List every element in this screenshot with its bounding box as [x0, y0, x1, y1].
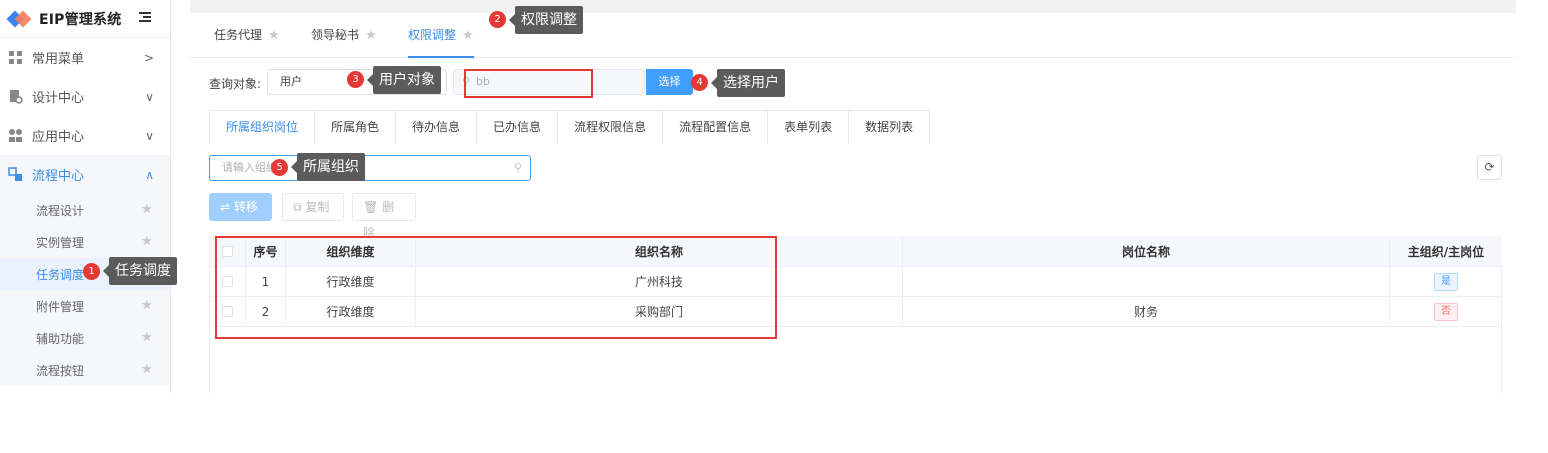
query-object-label: 查询对象:	[209, 77, 262, 91]
star-icon[interactable]: ★	[365, 28, 377, 43]
primary-badge: 是	[1434, 272, 1458, 291]
sub-item-label: 流程按钮	[36, 363, 85, 378]
sub-item-label: 附件管理	[36, 299, 85, 314]
annotation-number: 5	[271, 159, 288, 176]
row-position: 财务	[903, 297, 1390, 326]
sub-item-label: 流程设计	[36, 203, 85, 218]
sub-item-label: 任务调度	[36, 267, 85, 282]
grid-icon	[9, 51, 22, 64]
menu-item-process[interactable]: 流程中心 ∧	[0, 155, 170, 194]
highlight-org-table	[215, 236, 777, 339]
menu-item-label: 应用中心	[32, 130, 85, 145]
menu-item-label: 流程中心	[32, 169, 85, 184]
refresh-button[interactable]: ⟳	[1477, 155, 1502, 180]
page-tabs: 任务代理 ★ 领导秘书 ★ 权限调整 ★	[190, 13, 1516, 58]
star-icon[interactable]: ★	[141, 234, 153, 249]
highlight-user-input	[464, 69, 593, 98]
header-primary: 主组织/主岗位	[1407, 244, 1485, 259]
subtab-process-permission[interactable]: 流程权限信息	[557, 111, 662, 144]
annotation-number: 4	[691, 74, 708, 91]
star-icon[interactable]: ★	[268, 28, 280, 43]
transfer-icon: ⇌	[220, 200, 234, 214]
tab-leader-secretary[interactable]: 领导秘书 ★	[311, 13, 377, 58]
logo-icon	[6, 10, 32, 28]
document-settings-icon	[10, 90, 23, 104]
select-user-button[interactable]: 选择	[646, 69, 693, 95]
top-bar	[190, 0, 1516, 13]
org-search-input[interactable]: 请输入组织 ⚲	[209, 155, 531, 181]
star-icon[interactable]: ★	[141, 330, 153, 345]
copy-icon: ⧉	[293, 200, 306, 214]
subtab-data-list[interactable]: 数据列表	[848, 111, 929, 144]
tab-label: 权限调整	[408, 28, 457, 42]
annotation-number: 2	[489, 11, 506, 28]
menu-item-label: 常用菜单	[32, 52, 85, 67]
subtab-process-config[interactable]: 流程配置信息	[662, 111, 767, 144]
chevron-down-icon: ∨	[145, 129, 154, 143]
sidebar-item-attachment[interactable]: 附件管理 ★	[0, 290, 170, 322]
row-primary-cell: 是	[1390, 267, 1502, 296]
subtab-roles[interactable]: 所属角色	[314, 111, 395, 144]
subtab-form-list[interactable]: 表单列表	[767, 111, 848, 144]
sidebar: EIP管理系统 常用菜单 > 设计中心 ∨ 应用中心 ∨ 流程中心 ∧ 流程设计…	[0, 0, 171, 393]
annotation-callout: 所属组织	[291, 153, 365, 181]
star-icon[interactable]: ★	[141, 298, 153, 313]
chevron-down-icon: ∨	[145, 90, 154, 104]
subtab-org-position[interactable]: 所属组织岗位	[210, 111, 315, 144]
star-icon[interactable]: ★	[141, 202, 153, 217]
menu-item-common[interactable]: 常用菜单 >	[0, 38, 170, 77]
sub-item-label: 实例管理	[36, 235, 85, 250]
header-position: 岗位名称	[903, 236, 1390, 266]
sidebar-item-aux[interactable]: 辅助功能 ★	[0, 322, 170, 354]
refresh-icon: ⟳	[1484, 160, 1495, 174]
detail-subtabs: 所属组织岗位 所属角色 待办信息 已办信息 流程权限信息 流程配置信息 表单列表…	[209, 110, 931, 144]
tab-task-agent[interactable]: 任务代理 ★	[214, 13, 280, 58]
chevron-up-icon: ∧	[145, 168, 154, 182]
annotation-number: 3	[347, 71, 364, 88]
sidebar-item-instance[interactable]: 实例管理 ★	[0, 226, 170, 258]
annotation-callout: 任务调度	[103, 257, 177, 285]
subtab-todo[interactable]: 待办信息	[395, 111, 476, 144]
tab-permission-adjust[interactable]: 权限调整 ★	[408, 13, 474, 58]
brand-title: EIP管理系统	[39, 11, 122, 28]
copy-button[interactable]: ⧉ 复制	[282, 193, 344, 221]
annotation-callout: 用户对象	[367, 66, 441, 94]
process-icon	[8, 167, 22, 181]
move-button[interactable]: ⇌ 转移	[209, 193, 272, 221]
search-icon: ⚲	[513, 161, 522, 174]
process-submenu: 流程设计 ★ 实例管理 ★ 任务调度 附件管理 ★ 辅助功能 ★ 流程按钮 ★	[0, 194, 170, 386]
annotation-callout: 选择用户	[711, 69, 785, 97]
menu-item-label: 设计中心	[32, 91, 85, 106]
sidebar-item-process-design[interactable]: 流程设计 ★	[0, 194, 170, 226]
annotation-callout: 权限调整	[509, 6, 583, 34]
menu-item-design[interactable]: 设计中心 ∨	[0, 77, 170, 116]
menu-item-apps[interactable]: 应用中心 ∨	[0, 116, 170, 155]
menu-collapse-icon[interactable]	[139, 12, 151, 24]
star-icon[interactable]: ★	[141, 362, 153, 377]
annotation-number: 1	[83, 263, 100, 280]
chevron-right-icon: >	[143, 51, 154, 65]
move-button-label: 转移	[233, 200, 258, 214]
copy-button-label: 复制	[305, 200, 330, 214]
delete-button[interactable]: 🗑 删除	[352, 193, 416, 240]
org-search-placeholder: 请输入组织	[222, 161, 277, 174]
sub-item-label: 辅助功能	[36, 331, 85, 346]
star-icon[interactable]: ★	[462, 28, 474, 43]
row-primary-cell: 否	[1390, 297, 1502, 326]
primary-badge: 否	[1434, 302, 1458, 321]
subtab-done[interactable]: 已办信息	[476, 111, 557, 144]
row-position	[903, 267, 1390, 296]
apps-icon	[9, 129, 22, 142]
trash-icon: 🗑	[363, 200, 383, 214]
tab-label: 领导秘书	[311, 28, 360, 42]
sidebar-item-buttons[interactable]: 流程按钮 ★	[0, 354, 170, 386]
tab-label: 任务代理	[214, 28, 263, 42]
